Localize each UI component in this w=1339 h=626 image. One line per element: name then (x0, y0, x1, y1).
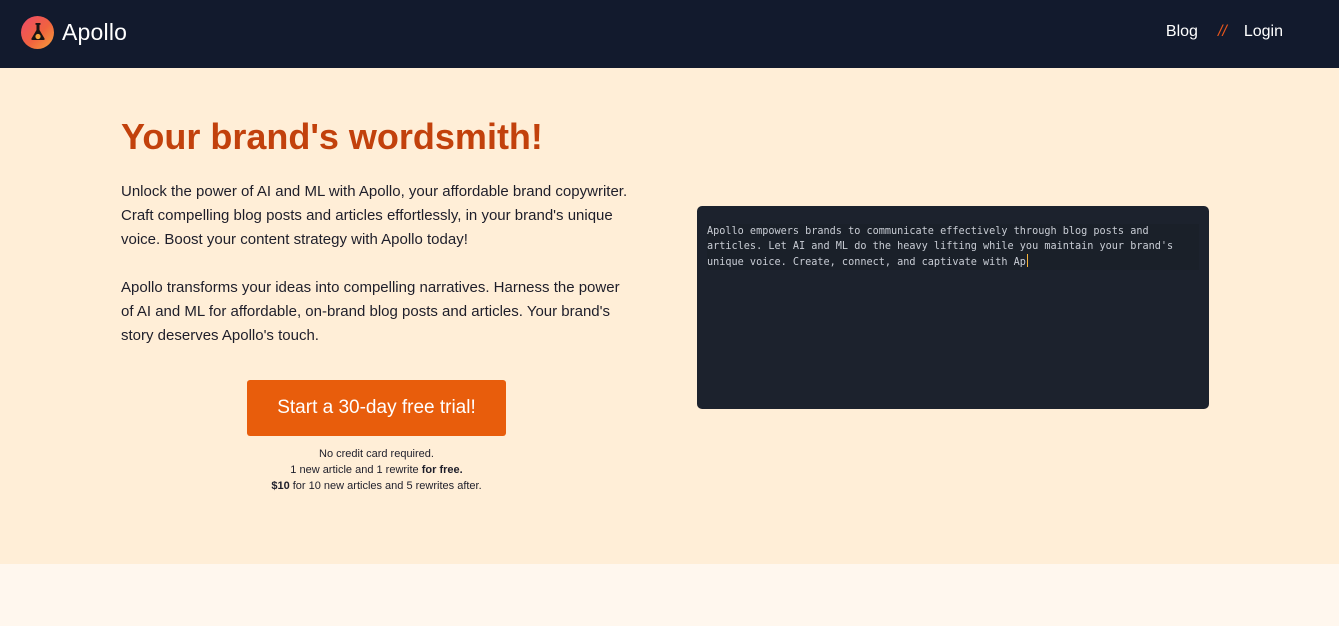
typing-demo-text-wrap: Apollo empowers brands to communicate ef… (707, 224, 1199, 270)
fine-print-line-2-text: 1 new article and 1 rewrite (290, 464, 422, 476)
flask-icon (21, 15, 54, 49)
typing-demo-text: Apollo empowers brands to communicate ef… (707, 226, 1180, 268)
nav-link-login[interactable]: Login (1244, 23, 1283, 41)
fine-print-line-2: 1 new article and 1 rewrite for free. (226, 462, 527, 478)
fine-print-price: $10 (271, 480, 290, 492)
text-cursor (1026, 254, 1028, 267)
hero-paragraph-1: Unlock the power of AI and ML with Apoll… (121, 183, 628, 248)
nav-link-blog[interactable]: Blog (1166, 23, 1198, 41)
next-section-band (0, 564, 1339, 626)
nav-links: Blog // Login (1166, 20, 1283, 44)
brand-name: Apollo (62, 18, 128, 45)
hero-section: Your brand's wordsmith! Unlock the power… (0, 68, 1339, 564)
start-trial-button[interactable]: Start a 30-day free trial! (247, 380, 506, 436)
brand-home-link[interactable]: Apollo (21, 15, 127, 49)
typing-demo-editor: Apollo empowers brands to communicate ef… (697, 206, 1209, 409)
fine-print-line-3: $10 for 10 new articles and 5 rewrites a… (226, 478, 527, 494)
hero-paragraph-2: Apollo transforms your ideas into compel… (121, 279, 620, 344)
trial-fine-print: No credit card required. 1 new article a… (226, 446, 527, 494)
hero-headline: Your brand's wordsmith! (121, 116, 543, 157)
top-navbar: Apollo Blog // Login (0, 0, 1339, 68)
fine-print-line-2-bold: for free. (421, 464, 463, 476)
fine-print-line-3-text: for 10 new articles and 5 rewrites after… (289, 480, 482, 492)
nav-separator: // (1217, 23, 1227, 40)
fine-print-line-1: No credit card required. (319, 448, 434, 460)
